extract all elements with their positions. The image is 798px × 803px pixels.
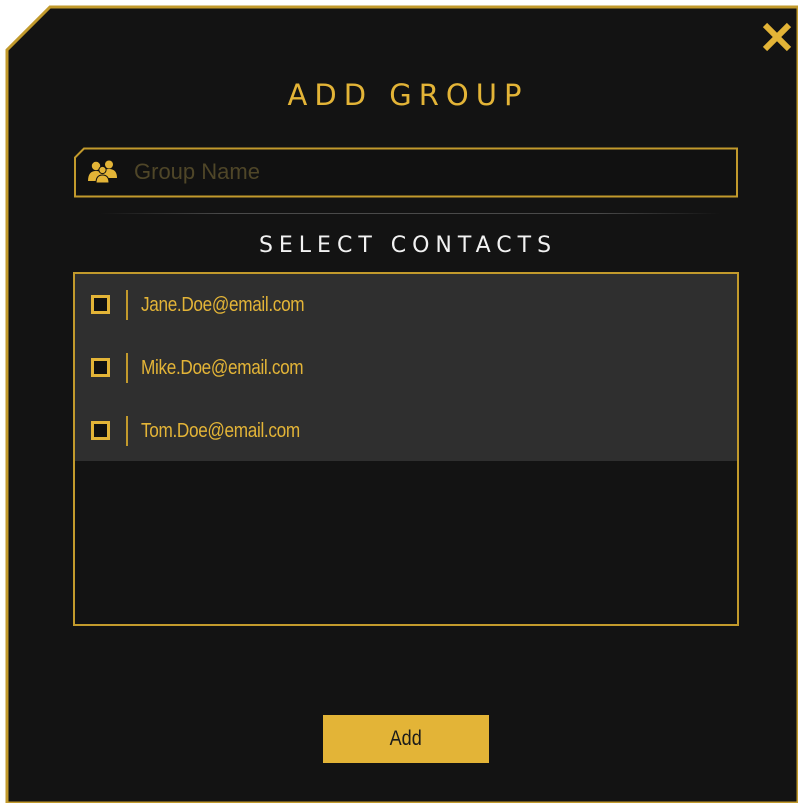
add-group-dialog: ADD GROUP SELECT CONTACTS Jane.Doe@email… (0, 0, 798, 803)
close-button[interactable] (760, 20, 794, 54)
contact-row[interactable]: Jane.Doe@email.com (75, 274, 737, 336)
row-divider (126, 416, 128, 446)
contact-row[interactable]: Tom.Doe@email.com (75, 400, 737, 462)
contacts-list: Jane.Doe@email.com Mike.Doe@email.com To… (75, 274, 737, 461)
contact-email: Jane.Doe@email.com (141, 294, 305, 316)
group-name-field[interactable] (74, 147, 738, 198)
select-contacts-title: SELECT CONTACTS (258, 233, 558, 258)
add-button-label: Add (389, 727, 423, 750)
contact-checkbox[interactable] (91, 358, 110, 377)
contact-checkbox[interactable] (91, 295, 110, 314)
contact-email: Tom.Doe@email.com (141, 420, 300, 442)
row-divider (126, 290, 128, 320)
row-divider (126, 353, 128, 383)
close-x-icon (762, 22, 792, 52)
contacts-list-box[interactable]: Jane.Doe@email.com Mike.Doe@email.com To… (73, 272, 739, 626)
contact-checkbox[interactable] (91, 421, 110, 440)
section-divider (100, 213, 720, 214)
group-name-input[interactable] (134, 153, 724, 191)
contact-row[interactable]: Mike.Doe@email.com (75, 337, 737, 399)
group-users-icon (88, 160, 117, 184)
add-button[interactable]: Add (323, 715, 489, 763)
dialog-title: ADD GROUP (287, 78, 529, 112)
contact-email: Mike.Doe@email.com (141, 357, 304, 379)
